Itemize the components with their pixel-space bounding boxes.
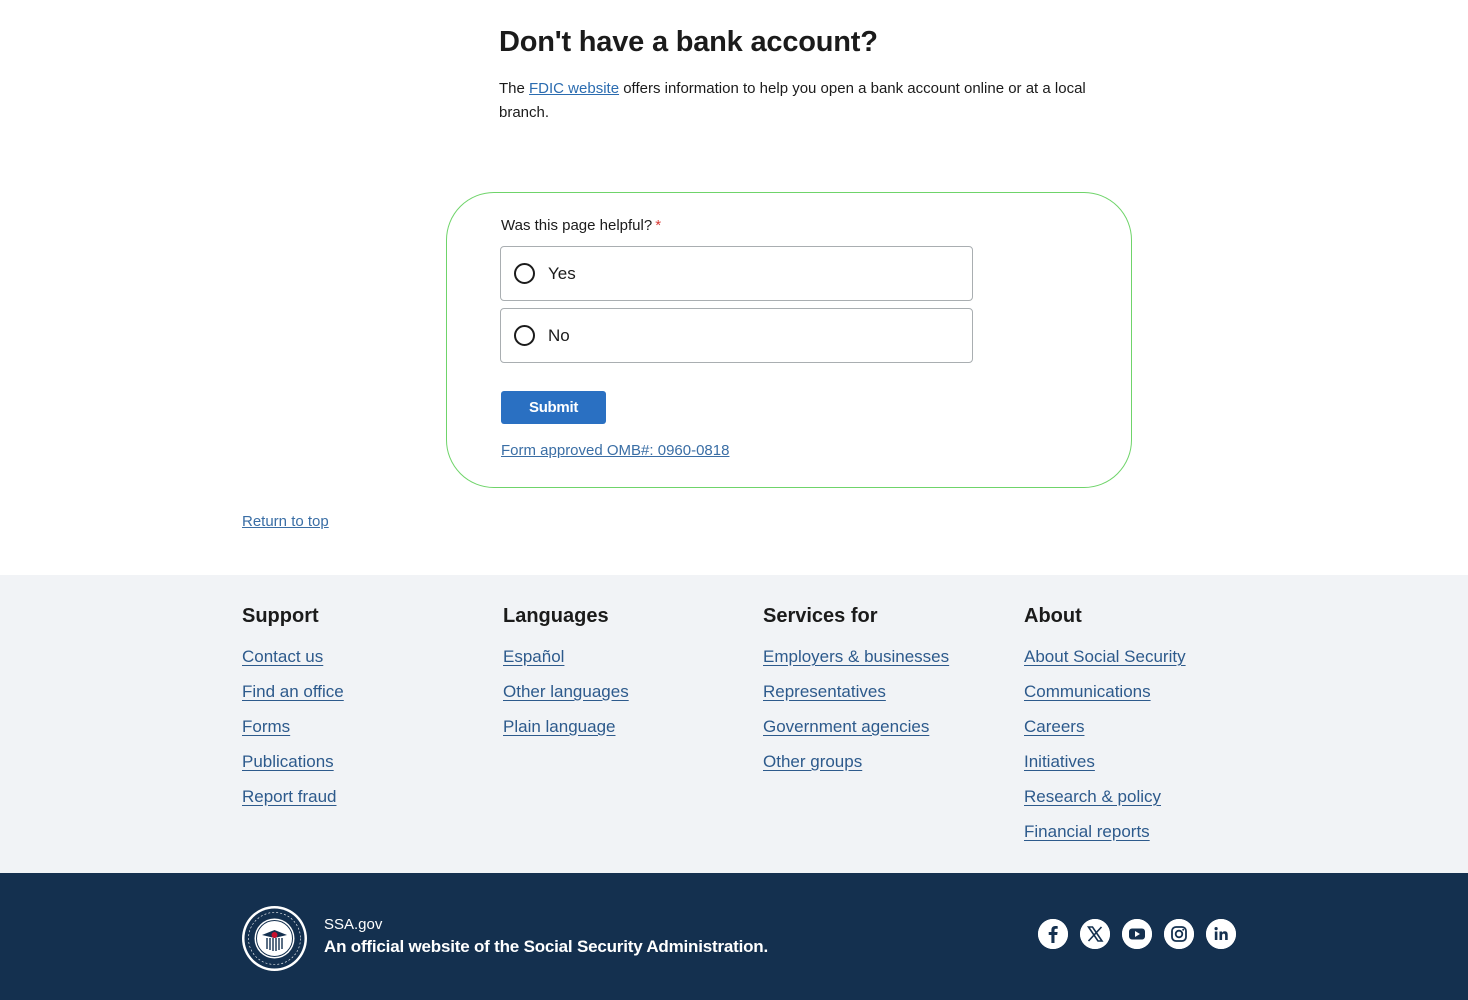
footer-link-financial-reports[interactable]: Financial reports bbox=[1024, 820, 1186, 855]
footer-link-contact-us[interactable]: Contact us bbox=[242, 645, 344, 680]
footer-link-publications[interactable]: Publications bbox=[242, 750, 344, 785]
footer-heading-languages: Languages bbox=[503, 605, 609, 627]
footer-link-initiatives[interactable]: Initiatives bbox=[1024, 750, 1186, 785]
footer-heading-about: About bbox=[1024, 605, 1082, 627]
page-heading: Don't have a bank account? bbox=[499, 26, 878, 58]
submit-button[interactable]: Submit bbox=[501, 391, 606, 424]
feedback-form: Was this page helpful? * Yes No Submit Fo… bbox=[446, 192, 1132, 488]
fdic-website-link[interactable]: FDIC website bbox=[529, 80, 619, 97]
radio-option-no[interactable]: No bbox=[500, 308, 973, 363]
linkedin-icon[interactable] bbox=[1206, 919, 1236, 949]
intro-paragraph: The FDIC website offers information to h… bbox=[499, 77, 1119, 125]
footer-link-espanol[interactable]: Español bbox=[503, 645, 629, 680]
feedback-question-text: Was this page helpful? bbox=[501, 217, 653, 234]
footer-link-about-ssa[interactable]: About Social Security bbox=[1024, 645, 1186, 680]
official-website-text: An official website of the Social Securi… bbox=[324, 937, 769, 956]
instagram-icon[interactable] bbox=[1164, 919, 1194, 949]
footer-heading-support: Support bbox=[242, 605, 319, 627]
return-to-top-link[interactable]: Return to top bbox=[242, 513, 329, 530]
footer-link-representatives[interactable]: Representatives bbox=[763, 680, 949, 715]
footer-column-about: About About Social Security Communicatio… bbox=[1024, 605, 1186, 855]
youtube-icon[interactable] bbox=[1122, 919, 1152, 949]
footer-link-other-languages[interactable]: Other languages bbox=[503, 680, 629, 715]
x-icon[interactable] bbox=[1080, 919, 1110, 949]
footer-links-section: Support Contact us Find an office Forms … bbox=[0, 575, 1468, 873]
site-name: SSA.gov bbox=[324, 916, 383, 933]
main-content: Don't have a bank account? The FDIC webs… bbox=[0, 0, 1468, 575]
footer-link-plain-language[interactable]: Plain language bbox=[503, 715, 629, 750]
footer-column-services: Services for Employers & businesses Repr… bbox=[763, 605, 949, 785]
radio-option-yes[interactable]: Yes bbox=[500, 246, 973, 301]
footer-link-communications[interactable]: Communications bbox=[1024, 680, 1186, 715]
radio-label-yes: Yes bbox=[548, 264, 576, 283]
omb-form-link[interactable]: Form approved OMB#: 0960-0818 bbox=[501, 442, 729, 459]
footer-link-research-policy[interactable]: Research & policy bbox=[1024, 785, 1186, 820]
feedback-question: Was this page helpful? * bbox=[501, 217, 661, 234]
footer-heading-services: Services for bbox=[763, 605, 878, 627]
facebook-icon[interactable] bbox=[1038, 919, 1068, 949]
radio-label-no: No bbox=[548, 326, 570, 345]
footer-identifier: SSA.gov An official website of the Socia… bbox=[0, 873, 1468, 1000]
footer-column-languages: Languages Español Other languages Plain … bbox=[503, 605, 629, 750]
footer-link-government-agencies[interactable]: Government agencies bbox=[763, 715, 949, 750]
footer-link-report-fraud[interactable]: Report fraud bbox=[242, 785, 344, 820]
footer-link-other-groups[interactable]: Other groups bbox=[763, 750, 949, 785]
footer-link-find-office[interactable]: Find an office bbox=[242, 680, 344, 715]
intro-text-before: The bbox=[499, 80, 530, 97]
radio-button-no[interactable] bbox=[514, 325, 535, 346]
footer-link-forms[interactable]: Forms bbox=[242, 715, 344, 750]
radio-button-yes[interactable] bbox=[514, 263, 535, 284]
footer-link-careers[interactable]: Careers bbox=[1024, 715, 1186, 750]
ssa-seal-icon bbox=[241, 905, 308, 972]
required-marker: * bbox=[655, 217, 662, 234]
footer-column-support: Support Contact us Find an office Forms … bbox=[242, 605, 344, 820]
footer-link-employers[interactable]: Employers & businesses bbox=[763, 645, 949, 680]
